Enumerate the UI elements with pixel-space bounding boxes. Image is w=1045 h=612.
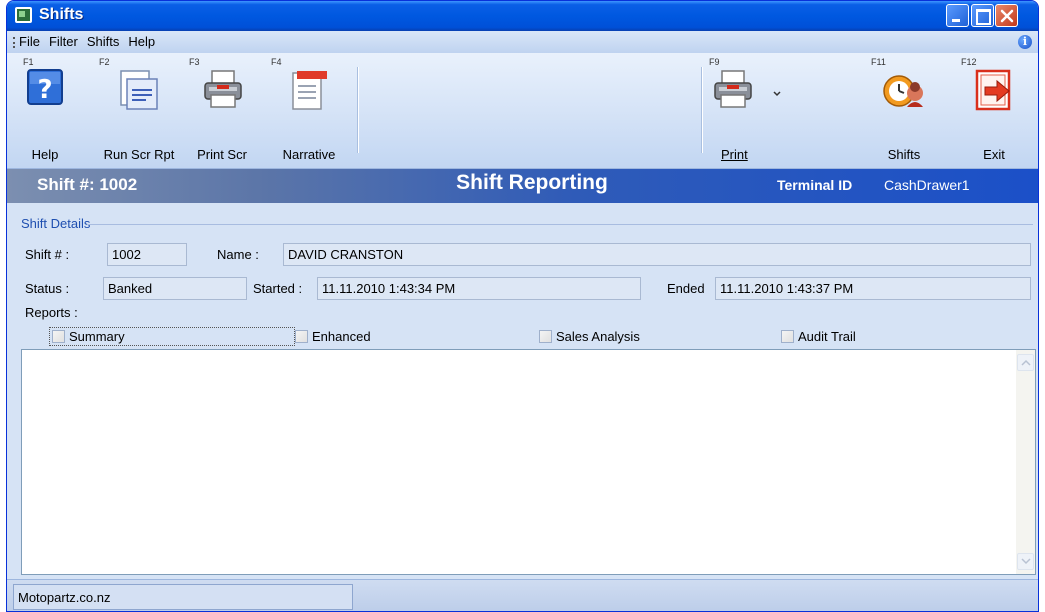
exit-fkey: F12: [961, 57, 977, 67]
name-label: Name :: [217, 247, 259, 262]
reports-label: Reports :: [25, 305, 78, 320]
ended-label: Ended: [667, 281, 705, 296]
narrative-button[interactable]: F4 Narrative: [269, 57, 349, 167]
scroll-down-button[interactable]: [1017, 553, 1034, 570]
shift-header-band: Shift #: 1002 Shift Reporting Terminal I…: [7, 169, 1038, 203]
status-label: Status :: [25, 281, 70, 296]
run-scr-rpt-button[interactable]: F2 Run Scr Rpt: [97, 57, 181, 167]
chevron-down-icon: [1021, 558, 1031, 565]
audit-trail-label: Audit Trail: [798, 329, 856, 344]
window-title: Shifts: [39, 6, 84, 23]
terminal-id-value: CashDrawer1: [884, 177, 970, 193]
run-scr-rpt-fkey: F2: [99, 57, 110, 67]
shift-details-title: Shift Details: [21, 216, 91, 231]
report-text-area[interactable]: [21, 349, 1036, 575]
enhanced-checkbox[interactable]: Enhanced: [295, 329, 371, 344]
svg-text:?: ?: [37, 75, 52, 105]
started-field[interactable]: 11.11.2010 1:43:34 PM: [317, 277, 641, 300]
print-scr-label: Print Scr: [197, 147, 247, 162]
shifts-fkey: F11: [871, 57, 886, 67]
print-scr-button[interactable]: F3 Print Scr: [187, 57, 257, 167]
status-field[interactable]: Banked: [103, 277, 247, 300]
menu-file[interactable]: File: [19, 34, 40, 49]
close-button[interactable]: [995, 4, 1018, 27]
scroll-up-button[interactable]: [1017, 354, 1034, 371]
maximize-button[interactable]: [971, 4, 994, 27]
help-icon: ?: [27, 69, 63, 105]
app-icon: [15, 7, 32, 23]
narrative-icon: [292, 71, 327, 110]
print-scr-fkey: F3: [189, 57, 200, 67]
print-fkey: F9: [709, 57, 720, 67]
summary-checkbox[interactable]: Summary: [49, 327, 295, 346]
title-bar[interactable]: Shifts: [7, 1, 1038, 31]
shifts-clock-icon: [883, 75, 923, 107]
status-bar: Motopartz.co.nz: [7, 579, 1038, 611]
shift-details-group: Shift Details Shift # : 1002 Name : DAVI…: [17, 213, 1035, 349]
print-button[interactable]: F9 Print: [707, 57, 787, 167]
help-label: Help: [31, 147, 59, 162]
menu-grip-icon[interactable]: [13, 37, 15, 48]
name-field[interactable]: DAVID CRANSTON: [283, 243, 1031, 266]
print-label: Print: [721, 147, 748, 162]
menu-shifts[interactable]: Shifts: [87, 34, 120, 49]
toolbar-separator: [701, 67, 703, 153]
checkbox-box[interactable]: [52, 330, 65, 343]
group-divider: [87, 224, 1033, 225]
summary-label: Summary: [69, 329, 125, 344]
minimize-button[interactable]: [946, 4, 969, 27]
started-label: Started :: [253, 281, 303, 296]
audit-trail-checkbox[interactable]: Audit Trail: [781, 329, 856, 344]
run-report-icon: [120, 70, 158, 110]
exit-icon: [975, 69, 1011, 111]
help-fkey: F1: [23, 57, 34, 67]
menu-help[interactable]: Help: [128, 34, 155, 49]
checkbox-box[interactable]: [539, 330, 552, 343]
shifts-button[interactable]: F11 Shifts: [869, 57, 939, 167]
close-icon: [1000, 9, 1014, 23]
shifts-label: Shifts: [887, 147, 921, 162]
menu-bar: File Filter Shifts Help i: [7, 31, 1038, 53]
enhanced-label: Enhanced: [312, 329, 371, 344]
printer-icon: [714, 70, 752, 108]
exit-button[interactable]: F12 Exit: [959, 57, 1029, 167]
narrative-label: Narrative: [282, 147, 336, 162]
chevron-up-icon: [1021, 359, 1031, 366]
status-text: Motopartz.co.nz: [13, 584, 353, 610]
toolbar-separator: [357, 67, 359, 153]
sales-analysis-label: Sales Analysis: [556, 329, 640, 344]
menu-filter[interactable]: Filter: [49, 34, 78, 49]
exit-label: Exit: [983, 147, 1005, 162]
toolbar: F1 ? Help F2 Run Scr Rpt F3 Print Scr F4…: [7, 53, 1038, 169]
shifts-window: Shifts File Filter Shifts Help i F1 ? He…: [6, 0, 1039, 612]
vertical-scrollbar[interactable]: [1016, 350, 1035, 574]
info-icon[interactable]: i: [1018, 35, 1032, 49]
run-scr-rpt-label: Run Scr Rpt: [103, 147, 175, 162]
checkbox-box[interactable]: [781, 330, 794, 343]
shift-number-header: Shift #: 1002: [37, 175, 138, 194]
checkbox-box[interactable]: [295, 330, 308, 343]
page-title: Shift Reporting: [456, 171, 608, 194]
printer-icon: [204, 70, 242, 108]
chevron-down-icon[interactable]: [773, 91, 781, 97]
shift-number-label: Shift # :: [25, 247, 70, 262]
help-button[interactable]: F1 ? Help: [21, 57, 69, 167]
ended-field[interactable]: 11.11.2010 1:43:37 PM: [715, 277, 1031, 300]
narrative-fkey: F4: [271, 57, 282, 67]
sales-analysis-checkbox[interactable]: Sales Analysis: [539, 329, 640, 344]
terminal-id-label: Terminal ID: [777, 177, 853, 193]
shift-number-field[interactable]: 1002: [107, 243, 187, 266]
